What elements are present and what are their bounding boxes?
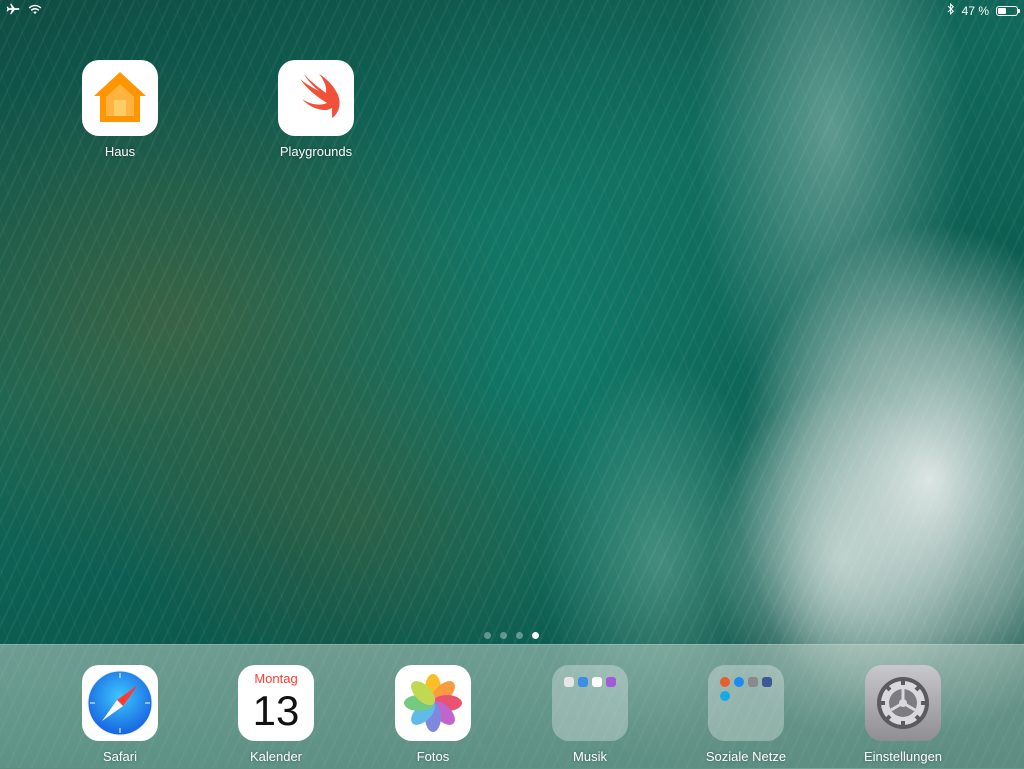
mini-app-icon xyxy=(592,677,602,687)
photos-flower-icon xyxy=(395,665,471,741)
mini-app-icon xyxy=(762,677,772,687)
mini-app-icon xyxy=(720,691,730,701)
calendar-icon: Montag 13 xyxy=(238,665,314,741)
page-dot[interactable] xyxy=(500,632,507,639)
dock-app-fotos[interactable]: Fotos xyxy=(378,665,488,764)
bluetooth-icon xyxy=(947,2,955,18)
battery-icon xyxy=(996,5,1020,16)
swift-icon xyxy=(278,60,354,136)
mini-app-icon xyxy=(564,677,574,687)
folder-icon xyxy=(708,665,784,741)
app-label: Safari xyxy=(103,749,137,764)
compass-icon xyxy=(82,665,158,741)
dock-app-einstellungen[interactable]: Einstellungen xyxy=(848,665,958,764)
folder-icon xyxy=(552,665,628,741)
dock-app-kalender[interactable]: Montag 13 Kalender xyxy=(221,665,331,764)
gear-icon xyxy=(865,665,941,741)
dock-folder-musik[interactable]: Musik xyxy=(535,665,645,764)
mini-app-icon xyxy=(606,677,616,687)
mini-app-icon xyxy=(578,677,588,687)
page-dot-active[interactable] xyxy=(532,632,539,639)
battery-percent: 47 % xyxy=(961,3,989,18)
home-icon xyxy=(82,60,158,136)
app-haus[interactable]: Haus xyxy=(65,60,175,159)
airplane-icon xyxy=(6,3,20,18)
app-label: Haus xyxy=(104,144,136,159)
app-label: Einstellungen xyxy=(863,749,943,764)
status-bar: 47 % xyxy=(0,0,1024,20)
page-indicator[interactable] xyxy=(484,632,539,639)
mini-app-icon xyxy=(734,677,744,687)
app-playgrounds[interactable]: Playgrounds xyxy=(261,60,371,159)
page-dot[interactable] xyxy=(484,632,491,639)
wifi-icon xyxy=(28,4,42,18)
dock: Safari Montag 13 Kalender Fotos Musik So… xyxy=(0,644,1024,769)
dock-app-safari[interactable]: Safari xyxy=(65,665,175,764)
calendar-day-number: 13 xyxy=(252,687,300,734)
page-dot[interactable] xyxy=(516,632,523,639)
app-label: Fotos xyxy=(416,749,450,764)
mini-app-icon xyxy=(748,677,758,687)
app-label: Soziale Netze xyxy=(705,749,787,764)
calendar-day-name: Montag xyxy=(254,671,298,686)
dock-folder-soziale-netze[interactable]: Soziale Netze xyxy=(691,665,801,764)
app-label: Musik xyxy=(573,749,607,764)
app-label: Playgrounds xyxy=(279,144,353,159)
mini-app-icon xyxy=(720,677,730,687)
app-label: Kalender xyxy=(249,749,303,764)
